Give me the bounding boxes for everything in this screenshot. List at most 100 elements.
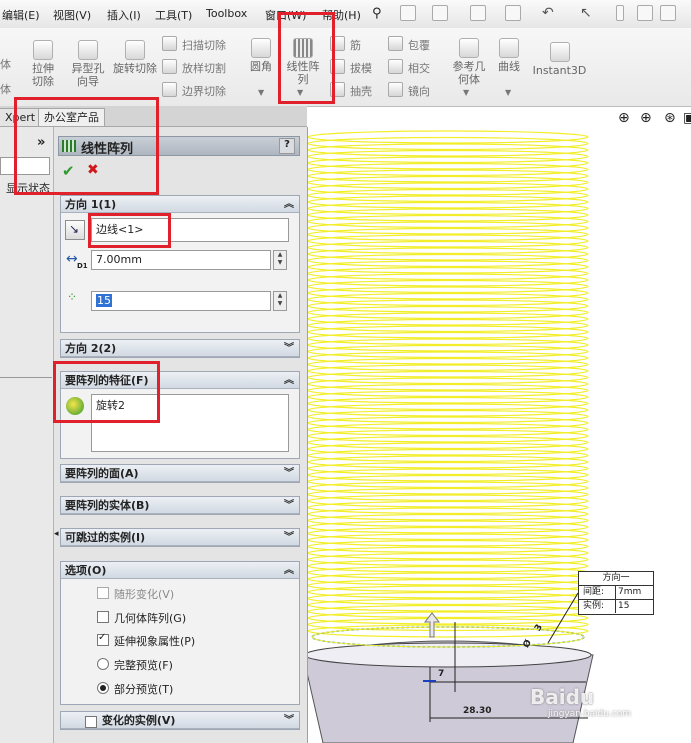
expand-icon[interactable]: ︾ bbox=[284, 340, 294, 357]
cancel-x-icon[interactable]: ✖ bbox=[87, 162, 99, 178]
features-to-pattern-header[interactable]: 要阵列的特征(F) ︽ bbox=[61, 372, 299, 389]
reference-geometry-button[interactable]: 参考几何体 bbox=[448, 38, 490, 86]
radio[interactable] bbox=[97, 658, 109, 670]
menu-edit[interactable]: 编辑(E) bbox=[2, 7, 40, 23]
checkbox-checked[interactable]: ✓ bbox=[97, 632, 109, 646]
intersect-button[interactable]: 相交 bbox=[388, 59, 430, 76]
help-icon[interactable]: ? bbox=[279, 138, 295, 154]
expand-chevron-icon[interactable]: » bbox=[37, 135, 45, 150]
new-document-icon[interactable] bbox=[400, 5, 416, 21]
print-icon[interactable] bbox=[505, 5, 521, 21]
fillet-dropdown-icon[interactable]: ▼ bbox=[258, 88, 264, 97]
feature-tree-collapsed: » 显示状态 bbox=[0, 127, 54, 743]
spacing-input[interactable]: 7.00mm bbox=[91, 250, 271, 270]
spacing-stepper[interactable]: ▲ ▼ bbox=[273, 250, 287, 270]
open-folder-icon[interactable] bbox=[432, 5, 448, 21]
wrap-icon bbox=[388, 36, 403, 51]
menu-bar: 编辑(E) 视图(V) 插入(I) 工具(T) Toolbox 窗口(W) 帮助… bbox=[0, 0, 691, 29]
propagate-visual-props-option[interactable]: ✓ 延伸视象属性(P) bbox=[97, 632, 195, 649]
rebuild-icon[interactable] bbox=[616, 5, 624, 21]
pattern-callout[interactable]: 方向一 间距: 7mm 实例: 15 bbox=[578, 571, 654, 615]
ok-check-icon[interactable]: ✔ bbox=[62, 162, 75, 180]
expand-icon[interactable]: ︾ bbox=[284, 529, 294, 546]
revolve-cut-button[interactable]: 旋转切除 bbox=[112, 40, 158, 75]
full-preview-option[interactable]: 完整预览(F) bbox=[97, 657, 173, 673]
linear-pattern-button[interactable]: 线性阵列 bbox=[282, 38, 324, 86]
callout-spacing-value[interactable]: 7mm bbox=[615, 586, 641, 599]
section-view-icon[interactable]: ▣ bbox=[683, 110, 691, 126]
collapse-icon[interactable]: ︽ bbox=[284, 372, 294, 389]
tab-xpert[interactable]: Xpert bbox=[0, 108, 42, 126]
instant3d-button[interactable]: Instant3D bbox=[532, 42, 587, 77]
collapse-icon[interactable]: ︽ bbox=[284, 196, 294, 213]
collapse-icon[interactable]: ︽ bbox=[284, 562, 294, 579]
linear-pattern-dropdown-icon[interactable]: ▼ bbox=[297, 88, 303, 97]
reference-geometry-dropdown-icon[interactable]: ▼ bbox=[463, 88, 469, 97]
instance-count-input[interactable]: 15 bbox=[91, 291, 271, 311]
hole-wizard-button[interactable]: 异型孔向导 bbox=[67, 40, 109, 88]
dimension-28-30[interactable]: 28.30 bbox=[463, 706, 491, 716]
ribbon-cut-label: 体 bbox=[0, 83, 11, 96]
checkbox[interactable] bbox=[97, 611, 109, 623]
direction2-header[interactable]: 方向 2(2) ︾ bbox=[61, 340, 299, 357]
undo-icon[interactable]: ↶ bbox=[542, 5, 554, 21]
graphics-viewport[interactable]: ⊕ ⊕ ⊛ ▣ 方向一 间距: 7mm 实例: 15 28.30 7 3 Ø Bai… bbox=[308, 107, 691, 743]
select-arrow-icon[interactable]: ↖ bbox=[580, 5, 592, 21]
curves-dropdown-icon[interactable]: ▼ bbox=[505, 88, 511, 97]
callout-title: 方向一 bbox=[579, 572, 653, 586]
direction2-group: 方向 2(2) ︾ bbox=[60, 339, 300, 358]
reverse-direction-icon[interactable]: ↘ bbox=[65, 220, 85, 240]
swept-cut-button[interactable]: 扫描切除 bbox=[162, 36, 226, 53]
menu-help[interactable]: 帮助(H) bbox=[322, 7, 361, 23]
options-header[interactable]: 选项(O) ︽ bbox=[61, 562, 299, 579]
tab-office-products[interactable]: 办公室产品 bbox=[38, 108, 105, 126]
draft-button[interactable]: 拔模 bbox=[330, 59, 372, 76]
instance-count-stepper[interactable]: ▲ ▼ bbox=[273, 291, 287, 311]
vary-sketch-option[interactable]: 随形变化(V) bbox=[97, 586, 174, 602]
file-properties-icon[interactable] bbox=[637, 5, 653, 21]
mirror-button[interactable]: 镜向 bbox=[388, 82, 430, 99]
geometry-pattern-option[interactable]: 几何体阵列(G) bbox=[97, 610, 186, 626]
expand-icon[interactable]: ︾ bbox=[284, 712, 294, 729]
faces-to-pattern-header[interactable]: 要阵列的面(A) ︾ bbox=[61, 465, 299, 482]
checkbox[interactable] bbox=[85, 716, 97, 728]
save-icon[interactable] bbox=[470, 5, 486, 21]
rib-button[interactable]: 筋 bbox=[330, 36, 361, 53]
wrap-button[interactable]: 包覆 bbox=[388, 36, 430, 53]
menu-toolbox[interactable]: Toolbox bbox=[206, 7, 247, 20]
extrude-cut-button[interactable]: 拉伸切除 bbox=[22, 40, 64, 88]
expand-icon[interactable]: ︾ bbox=[284, 465, 294, 482]
reference-geometry-icon bbox=[459, 38, 479, 58]
previous-view-icon[interactable]: ⊛ bbox=[664, 110, 676, 126]
menu-view[interactable]: 视图(V) bbox=[53, 7, 91, 23]
filter-input[interactable] bbox=[0, 157, 50, 175]
boundary-cut-button[interactable]: 边界切除 bbox=[162, 82, 226, 99]
revolve-cut-icon bbox=[125, 40, 145, 60]
checkbox[interactable] bbox=[97, 587, 109, 599]
varying-instances-header[interactable]: 变化的实例(V) ︾ bbox=[61, 712, 299, 729]
callout-count-label: 实例: bbox=[583, 601, 605, 611]
instances-to-skip-header[interactable]: 可跳过的实例(I) ︾ bbox=[61, 529, 299, 546]
loft-cut-button[interactable]: 放样切割 bbox=[162, 59, 226, 76]
radio-selected[interactable] bbox=[97, 682, 109, 694]
pin-icon[interactable]: ⚲ bbox=[372, 6, 382, 21]
options-gear-icon[interactable] bbox=[660, 5, 676, 21]
zoom-to-fit-icon[interactable]: ⊕ bbox=[618, 110, 630, 126]
fillet-icon bbox=[251, 38, 271, 58]
direction1-edge-selection[interactable]: 边线<1> bbox=[91, 218, 289, 242]
partial-preview-option[interactable]: 部分预览(T) bbox=[97, 681, 173, 697]
menu-insert[interactable]: 插入(I) bbox=[107, 7, 141, 23]
callout-count-value[interactable]: 15 bbox=[615, 600, 629, 613]
menu-window[interactable]: 窗口(W) bbox=[265, 7, 306, 23]
curves-button[interactable]: 曲线 bbox=[494, 38, 524, 73]
expand-icon[interactable]: ︾ bbox=[284, 497, 294, 514]
fillet-button[interactable]: 圆角 bbox=[246, 38, 276, 73]
dimension-7[interactable]: 7 bbox=[438, 669, 444, 679]
shell-button[interactable]: 抽壳 bbox=[330, 82, 372, 99]
callout-spacing-label: 间距: bbox=[583, 587, 605, 597]
direction1-header[interactable]: 方向 1(1) ︽ bbox=[61, 196, 299, 213]
menu-tools[interactable]: 工具(T) bbox=[155, 7, 192, 23]
bodies-to-pattern-header[interactable]: 要阵列的实体(B) ︾ bbox=[61, 497, 299, 514]
features-selection-list[interactable]: 旋转2 bbox=[91, 394, 289, 452]
zoom-to-area-icon[interactable]: ⊕ bbox=[640, 110, 652, 126]
